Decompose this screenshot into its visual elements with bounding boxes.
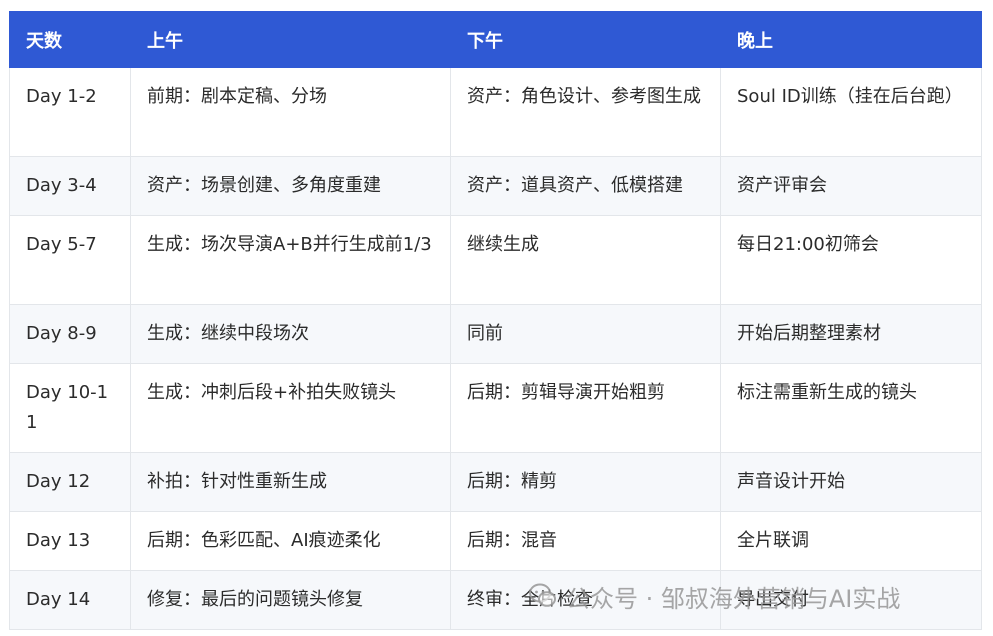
header-afternoon: 下午 <box>450 11 721 68</box>
table-row: Day 10-11 生成：冲刺后段+补拍失败镜头 后期：剪辑导演开始粗剪 标注需… <box>9 363 982 453</box>
cell-morning: 生成：场次导演A+B并行生成前1/3 <box>130 215 451 305</box>
cell-afternoon: 后期：剪辑导演开始粗剪 <box>450 363 721 453</box>
table-row: Day 12 补拍：针对性重新生成 后期：精剪 声音设计开始 <box>9 452 982 512</box>
cell-afternoon: 同前 <box>450 304 721 364</box>
table-body: Day 1-2 前期：剧本定稿、分场 资产：角色设计、参考图生成 Soul ID… <box>9 67 982 630</box>
cell-day: Day 14 <box>9 570 131 630</box>
cell-day: Day 12 <box>9 452 131 512</box>
cell-evening: 资产评审会 <box>720 156 982 216</box>
cell-day: Day 3-4 <box>9 156 131 216</box>
watermark-text: 公众号 · 邹叔海外营销与AI实战 <box>566 584 901 613</box>
cell-morning: 资产：场景创建、多角度重建 <box>130 156 451 216</box>
cell-evening: Soul ID训练（挂在后台跑） <box>720 67 982 157</box>
wechat-icon <box>529 583 556 607</box>
table-row: Day 5-7 生成：场次导演A+B并行生成前1/3 继续生成 每日21:00初… <box>9 215 982 305</box>
cell-morning: 修复：最后的问题镜头修复 <box>130 570 451 630</box>
cell-day: Day 13 <box>9 511 131 571</box>
schedule-table: 天数 上午 下午 晚上 Day 1-2 前期：剧本定稿、分场 资产：角色设计、参… <box>9 11 982 630</box>
header-morning: 上午 <box>130 11 451 68</box>
cell-morning: 生成：冲刺后段+补拍失败镜头 <box>130 363 451 453</box>
schedule-table-container: 天数 上午 下午 晚上 Day 1-2 前期：剧本定稿、分场 资产：角色设计、参… <box>9 11 982 630</box>
cell-day: Day 10-11 <box>9 363 131 453</box>
cell-afternoon: 继续生成 <box>450 215 721 305</box>
table-row: Day 3-4 资产：场景创建、多角度重建 资产：道具资产、低模搭建 资产评审会 <box>9 156 982 216</box>
cell-morning: 生成：继续中段场次 <box>130 304 451 364</box>
cell-afternoon: 后期：混音 <box>450 511 721 571</box>
table-row: Day 13 后期：色彩匹配、AI痕迹柔化 后期：混音 全片联调 <box>9 511 982 571</box>
cell-day: Day 8-9 <box>9 304 131 364</box>
cell-evening: 标注需重新生成的镜头 <box>720 363 982 453</box>
header-row: 天数 上午 下午 晚上 <box>9 11 982 68</box>
cell-evening: 每日21:00初筛会 <box>720 215 982 305</box>
header-evening: 晚上 <box>720 11 982 68</box>
cell-evening: 开始后期整理素材 <box>720 304 982 364</box>
cell-day: Day 1-2 <box>9 67 131 157</box>
cell-afternoon: 资产：道具资产、低模搭建 <box>450 156 721 216</box>
watermark: 公众号 · 邹叔海外营销与AI实战 <box>528 578 900 614</box>
table-row: Day 1-2 前期：剧本定稿、分场 资产：角色设计、参考图生成 Soul ID… <box>9 67 982 157</box>
cell-morning: 补拍：针对性重新生成 <box>130 452 451 512</box>
cell-afternoon: 后期：精剪 <box>450 452 721 512</box>
table-row: Day 8-9 生成：继续中段场次 同前 开始后期整理素材 <box>9 304 982 364</box>
cell-morning: 前期：剧本定稿、分场 <box>130 67 451 157</box>
table-header: 天数 上午 下午 晚上 <box>9 11 982 68</box>
cell-morning: 后期：色彩匹配、AI痕迹柔化 <box>130 511 451 571</box>
cell-evening: 全片联调 <box>720 511 982 571</box>
cell-day: Day 5-7 <box>9 215 131 305</box>
header-day: 天数 <box>9 11 131 68</box>
cell-evening: 声音设计开始 <box>720 452 982 512</box>
cell-afternoon: 资产：角色设计、参考图生成 <box>450 67 721 157</box>
